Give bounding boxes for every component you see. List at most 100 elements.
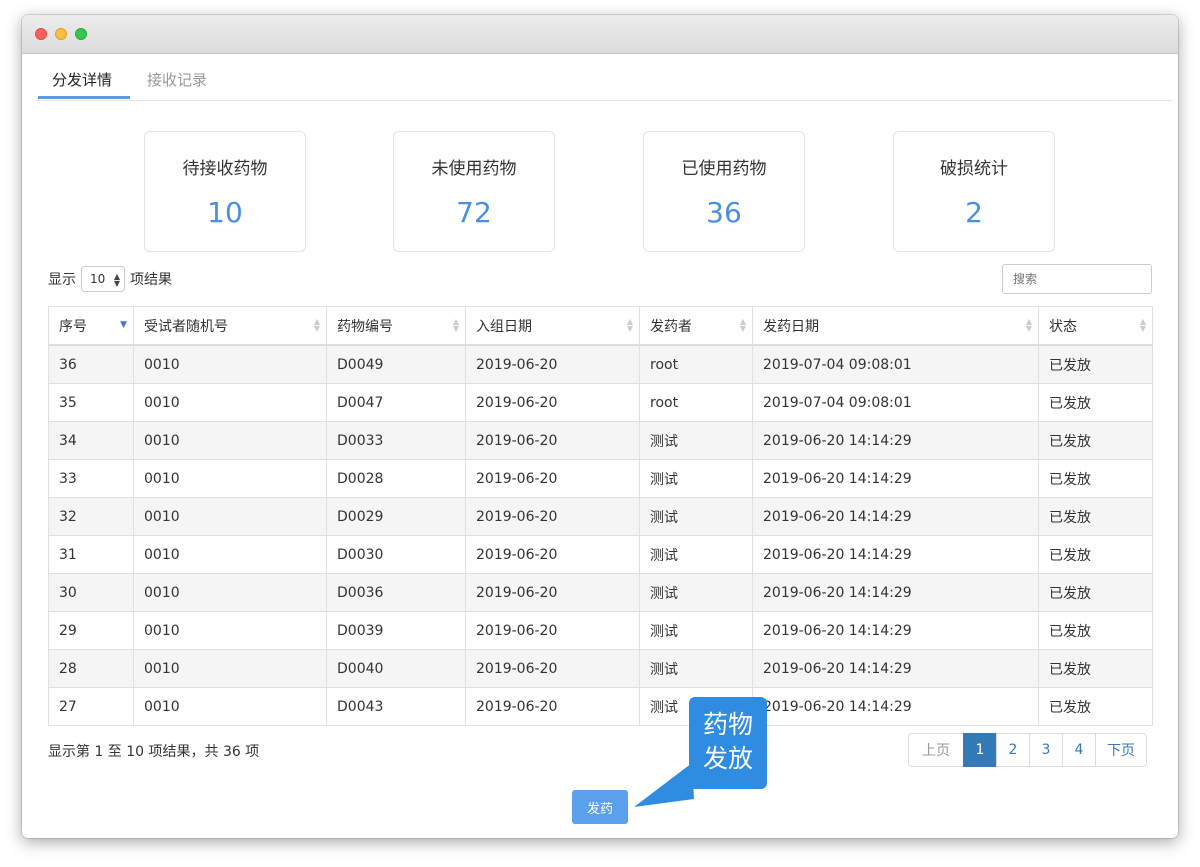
sort-icon: ▲ ▼ (626, 317, 633, 333)
tab-bar: 分发详情 接收记录 (38, 53, 1172, 101)
column-header-status[interactable]: 状态 ▲ ▼ (1038, 306, 1153, 346)
cell-serial: 34 (48, 421, 134, 460)
cell-dispenser: 测试 (639, 535, 753, 574)
cell-enroll-date: 2019-06-20 (465, 421, 640, 460)
table-info: 显示第 1 至 10 项结果，共 36 项 (48, 744, 260, 760)
page-length-select[interactable]: 10 ▲ ▼ (81, 266, 125, 292)
stat-card-pending: 待接收药物 10 (144, 131, 306, 252)
sort-icon: ▲ ▼ (739, 317, 746, 333)
page-button-4[interactable]: 4 (1062, 733, 1096, 767)
cell-enroll-date: 2019-06-20 (465, 383, 640, 422)
tab-distribution-details[interactable]: 分发详情 (52, 69, 112, 90)
cell-drug-code: D0029 (326, 497, 466, 536)
pagination: 上页 1 2 3 4 下页 (908, 733, 1147, 767)
cell-serial: 35 (48, 383, 134, 422)
dispense-table: 序号 ▼ 受试者随机号 ▲ ▼ 药物编号 ▲ ▼ 入组日期 ▲ ▼ 发药者 ▲ ▼ 发药日期 ▲ ▼ … (48, 306, 1153, 726)
sort-icon: ▲ ▼ (313, 317, 320, 333)
search-input[interactable] (1002, 264, 1152, 294)
cell-enroll-date: 2019-06-20 (465, 497, 640, 536)
cell-subject-random-number: 0010 (133, 611, 327, 650)
table-header-row: 序号 ▼ 受试者随机号 ▲ ▼ 药物编号 ▲ ▼ 入组日期 ▲ ▼ 发药者 ▲ ▼ 发药日期 ▲ ▼ … (48, 306, 1153, 346)
stat-label: 已使用药物 (681, 159, 767, 179)
cell-enroll-date: 2019-06-20 (465, 611, 640, 650)
cell-dispense-date: 2019-06-20 14:14:29 (752, 459, 1039, 498)
cell-drug-code: D0028 (326, 459, 466, 498)
cell-dispenser: 测试 (639, 611, 753, 650)
sort-icon: ▲ ▼ (1139, 317, 1146, 333)
stat-label: 待接收药物 (182, 159, 268, 179)
cell-enroll-date: 2019-06-20 (465, 649, 640, 688)
cell-subject-random-number: 0010 (133, 459, 327, 498)
table-row: 30 0010 D0036 2019-06-20 测试 2019-06-20 14:14:… (48, 573, 1153, 612)
stat-card-unused: 未使用药物 72 (393, 131, 555, 252)
next-page-button[interactable]: 下页 (1095, 733, 1147, 767)
cell-status: 已发放 (1038, 573, 1153, 612)
cell-enroll-date: 2019-06-20 (465, 535, 640, 574)
callout-line-2: 发放 (702, 744, 753, 773)
cell-drug-code: D0047 (326, 383, 466, 422)
cell-dispense-date: 2019-06-20 14:14:29 (752, 611, 1039, 650)
cell-drug-code: D0036 (326, 573, 466, 612)
cell-serial: 36 (48, 344, 134, 384)
cell-dispenser: 测试 (639, 649, 753, 688)
cell-subject-random-number: 0010 (133, 573, 327, 612)
cell-dispense-date: 2019-06-20 14:14:29 (752, 535, 1039, 574)
maximize-window-button[interactable] (75, 28, 87, 40)
table-row: 32 0010 D0029 2019-06-20 测试 2019-06-20 14:14:… (48, 497, 1153, 536)
cell-subject-random-number: 0010 (133, 421, 327, 460)
cell-drug-code: D0049 (326, 344, 466, 384)
column-header-subject-random-number[interactable]: 受试者随机号 ▲ ▼ (133, 306, 327, 346)
dispense-button[interactable]: 发药 (572, 790, 628, 824)
cell-dispense-date: 2019-07-04 09:08:01 (752, 344, 1039, 384)
cell-serial: 27 (48, 687, 134, 726)
select-arrows-icon: ▲ ▼ (113, 272, 120, 288)
page-button-1[interactable]: 1 (963, 733, 997, 767)
table-row: 34 0010 D0033 2019-06-20 测试 2019-06-20 14:14:… (48, 421, 1153, 460)
cell-serial: 33 (48, 459, 134, 498)
cell-subject-random-number: 0010 (133, 649, 327, 688)
cell-status: 已发放 (1038, 497, 1153, 536)
cell-dispense-date: 2019-07-04 09:08:01 (752, 383, 1039, 422)
column-header-serial[interactable]: 序号 ▼ (48, 306, 134, 346)
page-button-3[interactable]: 3 (1029, 733, 1063, 767)
table-row: 31 0010 D0030 2019-06-20 测试 2019-06-20 14:14:… (48, 535, 1153, 574)
prev-page-button[interactable]: 上页 (908, 733, 964, 767)
tab-receive-records[interactable]: 接收记录 (147, 69, 207, 90)
cell-drug-code: D0039 (326, 611, 466, 650)
sort-icon: ▲ ▼ (452, 317, 459, 333)
cell-subject-random-number: 0010 (133, 497, 327, 536)
table-row: 29 0010 D0039 2019-06-20 测试 2019-06-20 14:14:… (48, 611, 1153, 650)
column-header-dispenser[interactable]: 发药者 ▲ ▼ (639, 306, 753, 346)
cell-subject-random-number: 0010 (133, 383, 327, 422)
cell-dispenser: 测试 (639, 497, 753, 536)
cell-enroll-date: 2019-06-20 (465, 687, 640, 726)
cell-subject-random-number: 0010 (133, 535, 327, 574)
cell-drug-code: D0043 (326, 687, 466, 726)
column-header-dispense-date[interactable]: 发药日期 ▲ ▼ (752, 306, 1039, 346)
page-length-value: 10 (90, 272, 106, 286)
stat-card-used: 已使用药物 36 (643, 131, 805, 252)
cell-serial: 28 (48, 649, 134, 688)
minimize-window-button[interactable] (55, 28, 67, 40)
cell-status: 已发放 (1038, 421, 1153, 460)
cell-serial: 29 (48, 611, 134, 650)
page-button-2[interactable]: 2 (996, 733, 1030, 767)
callout-line-1: 药物 (702, 710, 753, 739)
cell-dispense-date: 2019-06-20 14:14:29 (752, 573, 1039, 612)
cell-serial: 31 (48, 535, 134, 574)
length-prefix: 显示 (48, 272, 76, 288)
column-header-enroll-date[interactable]: 入组日期 ▲ ▼ (465, 306, 640, 346)
column-header-drug-code[interactable]: 药物编号 ▲ ▼ (326, 306, 466, 346)
page-length-control: 显示 10 ▲ ▼ 项结果 (48, 266, 172, 292)
dispense-callout: 药物 发放 (689, 697, 767, 789)
cell-drug-code: D0040 (326, 649, 466, 688)
cell-dispenser: 测试 (639, 573, 753, 612)
cell-status: 已发放 (1038, 611, 1153, 650)
cell-dispense-date: 2019-06-20 14:14:29 (752, 421, 1039, 460)
cell-serial: 30 (48, 573, 134, 612)
close-window-button[interactable] (35, 28, 47, 40)
length-suffix: 项结果 (130, 272, 172, 288)
sort-icon: ▲ ▼ (1025, 317, 1032, 333)
stat-value: 2 (965, 196, 983, 229)
table-row: 27 0010 D0043 2019-06-20 测试 2019-06-20 14:14:… (48, 687, 1153, 726)
